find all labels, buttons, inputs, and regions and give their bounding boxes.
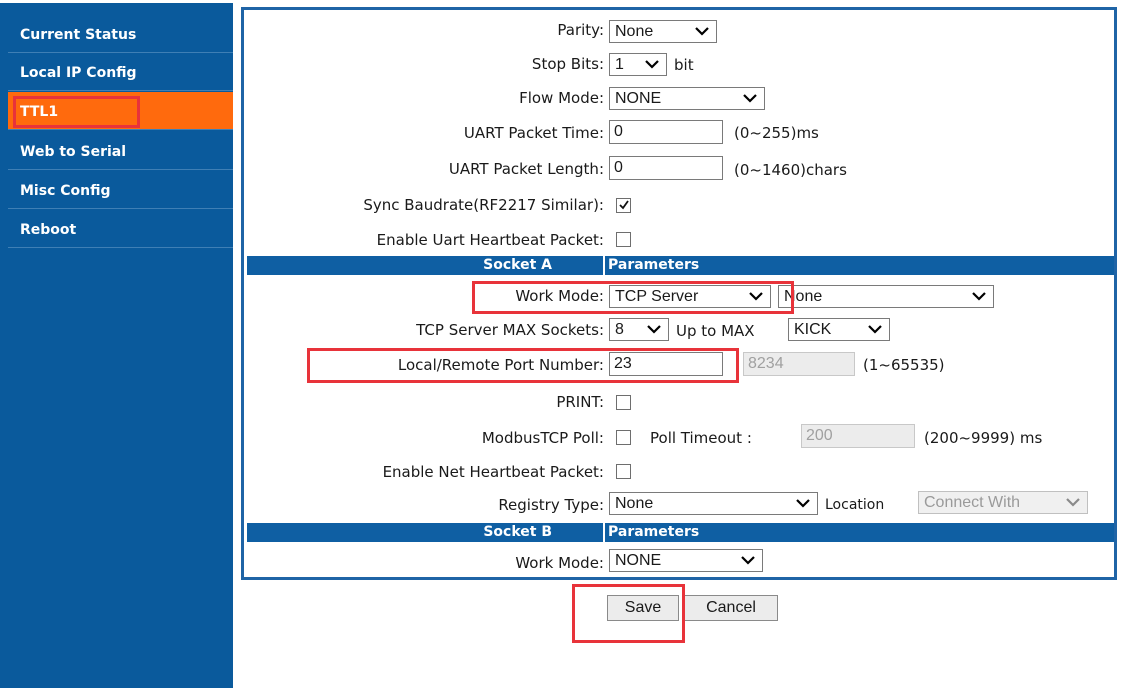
location-select: Connect With	[918, 491, 1088, 514]
save-button[interactable]: Save	[607, 595, 679, 621]
max-sockets-value: 8	[615, 321, 624, 338]
parity-select[interactable]: None	[609, 20, 717, 43]
section-divider	[603, 256, 605, 275]
chevron-down-icon	[972, 292, 986, 301]
sync-baudrate-checkbox[interactable]	[616, 198, 631, 213]
print-checkbox[interactable]	[616, 395, 631, 410]
remote-port-input: 8234	[743, 352, 855, 376]
chevron-down-icon	[741, 556, 755, 565]
stop-bits-value: 1	[615, 56, 624, 73]
sidebar-item-label: Local IP Config	[20, 65, 137, 81]
uart-heartbeat-label: Enable Uart Heartbeat Packet:	[376, 231, 604, 249]
uart-packet-time-hint: (0~255)ms	[734, 124, 819, 142]
poll-timeout-input: 200	[801, 424, 915, 448]
flow-mode-value: NONE	[615, 90, 662, 107]
stop-bits-unit: bit	[674, 56, 694, 74]
sidebar-top-divider	[0, 0, 233, 3]
sidebar-item-reboot[interactable]: Reboot	[8, 210, 233, 248]
registry-type-value: None	[615, 495, 654, 512]
port-number-label: Local/Remote Port Number:	[397, 356, 604, 374]
work-mode-select[interactable]: TCP Server	[609, 285, 771, 308]
up-to-max-label: Up to MAX	[676, 322, 755, 340]
chevron-down-icon	[743, 94, 757, 103]
chevron-down-icon	[1066, 498, 1080, 507]
checkmark-icon	[619, 200, 629, 210]
poll-timeout-hint: (200~9999) ms	[924, 429, 1043, 447]
sidebar-item-local-ip-config[interactable]: Local IP Config	[8, 53, 233, 91]
modbus-poll-label: ModbusTCP Poll:	[481, 429, 604, 447]
registry-type-label: Registry Type:	[498, 496, 604, 514]
flow-mode-label: Flow Mode:	[519, 89, 604, 107]
socket-a-title: Socket A	[483, 257, 552, 273]
max-sockets-select[interactable]: 8	[609, 318, 669, 341]
uart-packet-time-label: UART Packet Time:	[463, 124, 604, 142]
up-to-max-select[interactable]: KICK	[788, 318, 890, 341]
stop-bits-select[interactable]: 1	[609, 53, 667, 76]
parity-label: Parity:	[557, 21, 604, 39]
socket-b-work-mode-value: NONE	[615, 552, 662, 569]
flow-mode-select[interactable]: NONE	[609, 87, 765, 110]
registry-type-select[interactable]: None	[609, 492, 818, 515]
socket-b-header: Socket B Parameters	[247, 523, 1114, 542]
chevron-down-icon	[796, 499, 810, 508]
sidebar-item-label: Misc Config	[20, 183, 111, 199]
cancel-button[interactable]: Cancel	[684, 595, 778, 621]
sidebar-item-misc-config[interactable]: Misc Config	[8, 171, 233, 209]
sidebar-item-web-to-serial[interactable]: Web to Serial	[8, 132, 233, 170]
parity-value: None	[615, 23, 654, 40]
up-to-max-value: KICK	[794, 321, 832, 338]
sync-baudrate-label: Sync Baudrate(RF2217 Similar):	[363, 196, 604, 214]
chevron-down-icon	[645, 60, 659, 69]
port-range-hint: (1~65535)	[863, 356, 945, 374]
chevron-down-icon	[647, 325, 661, 334]
work-mode-value: TCP Server	[615, 288, 699, 305]
section-divider	[603, 523, 605, 542]
modbus-poll-checkbox[interactable]	[616, 430, 631, 445]
uart-packet-length-label: UART Packet Length:	[448, 160, 604, 178]
sidebar-item-label: TTL1	[20, 104, 59, 120]
print-label: PRINT:	[556, 393, 604, 411]
socket-b-title: Socket B	[483, 524, 552, 540]
net-heartbeat-checkbox[interactable]	[616, 464, 631, 479]
net-heartbeat-label: Enable Net Heartbeat Packet:	[382, 463, 604, 481]
socket-b-work-mode-label: Work Mode:	[515, 554, 604, 572]
sidebar-item-current-status[interactable]: Current Status	[8, 15, 233, 53]
max-sockets-label: TCP Server MAX Sockets:	[416, 321, 604, 339]
sidebar-item-label: Reboot	[20, 222, 77, 238]
stop-bits-label: Stop Bits:	[531, 55, 604, 73]
socket-b-parameters-label: Parameters	[608, 524, 700, 540]
sidebar-item-label: Current Status	[20, 27, 137, 43]
sidebar: Current Status Local IP Config TTL1 Web …	[0, 0, 233, 688]
work-mode-secondary-value: None	[784, 288, 823, 305]
work-mode-secondary-select[interactable]: None	[778, 285, 994, 308]
socket-a-header: Socket A Parameters	[247, 256, 1114, 275]
uart-heartbeat-checkbox[interactable]	[616, 232, 631, 247]
local-port-input[interactable]: 23	[609, 352, 723, 376]
socket-b-work-mode-select[interactable]: NONE	[609, 549, 763, 572]
work-mode-label: Work Mode:	[515, 287, 604, 305]
uart-packet-length-hint: (0~1460)chars	[734, 161, 847, 179]
socket-a-parameters-label: Parameters	[608, 257, 700, 273]
sidebar-item-ttl1[interactable]: TTL1	[8, 92, 233, 130]
uart-packet-time-input[interactable]: 0	[609, 120, 723, 144]
location-value: Connect With	[924, 494, 1021, 511]
poll-timeout-label: Poll Timeout :	[650, 429, 752, 447]
chevron-down-icon	[695, 27, 709, 36]
location-label: Location	[825, 497, 885, 513]
sidebar-item-label: Web to Serial	[20, 144, 127, 160]
chevron-down-icon	[868, 325, 882, 334]
chevron-down-icon	[749, 292, 763, 301]
uart-packet-length-input[interactable]: 0	[609, 156, 723, 180]
